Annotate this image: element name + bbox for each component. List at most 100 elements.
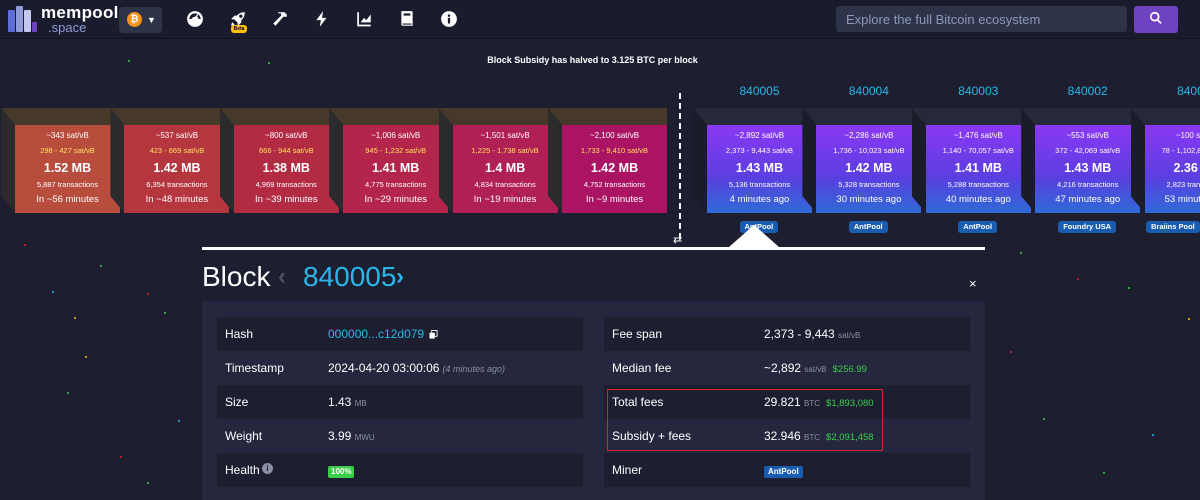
block-fee-range: 1,225 - 1,738 sat/vB xyxy=(471,146,539,155)
block-height-link[interactable]: 840004 xyxy=(816,84,921,98)
block-size: 1.43 MB xyxy=(735,161,784,175)
block-median-fee: ~343 sat/vB xyxy=(46,131,89,140)
block-time: In ~56 minutes xyxy=(36,194,99,205)
dashboard-icon[interactable] xyxy=(184,8,206,30)
block-time: 40 minutes ago xyxy=(945,194,1011,205)
hash-row: Hash 000000...c12d079 xyxy=(217,317,583,351)
network-selector-button[interactable]: ₿ ▼ xyxy=(119,7,162,33)
block-median-fee: ~800 sat/vB xyxy=(265,131,308,140)
size-value: 1.43 MB xyxy=(328,395,367,409)
block-height-link[interactable]: 840002 xyxy=(1035,84,1140,98)
copy-icon[interactable] xyxy=(429,330,438,339)
block-tx-count: 2,823 transactions xyxy=(1166,180,1200,189)
miner-label: Miner xyxy=(612,463,643,477)
confirmed-block[interactable]: ~2,892 sat/vB 2,373 - 9,443 sat/vB 1.43 MB… xyxy=(693,108,812,213)
block-height-link[interactable]: 840005 xyxy=(707,84,812,98)
mempool-logo[interactable]: mempool .space xyxy=(8,3,118,35)
hash-link[interactable]: 000000...c12d079 xyxy=(328,327,424,341)
weight-label: Weight xyxy=(225,429,263,443)
weight-value: 3.99 MWU xyxy=(328,429,375,443)
confirmed-block[interactable]: ~100 sat/vB 78 - 1,102,887 sat/vB 2.36 MB 2… xyxy=(1130,108,1200,213)
timestamp-ago: (4 minutes ago) xyxy=(442,364,505,374)
block-size: 1.41 MB xyxy=(372,161,420,175)
mempool-block[interactable]: ~1,501 sat/vB 1,225 - 1,738 sat/vB 1.4 MB 4… xyxy=(438,108,558,213)
block-tx-count: 5,328 transactions xyxy=(838,180,900,189)
timestamp-label: Timestamp xyxy=(225,361,284,375)
block-fee-range: 372 - 42,069 sat/vB xyxy=(1055,146,1121,155)
health-info-icon[interactable]: i xyxy=(262,463,273,474)
page-title: Block xyxy=(202,261,271,292)
block-fee-range: 298 - 427 sat/vB xyxy=(40,146,95,155)
median-fee-value: ~2,892 sat/vB $256.99 xyxy=(764,361,867,375)
block-tx-count: 4,216 transactions xyxy=(1057,180,1119,189)
median-fee-fiat: $256.99 xyxy=(832,364,867,375)
fees-highlight-box xyxy=(607,389,883,451)
caret-down-icon: ▼ xyxy=(147,15,156,25)
size-unit: MB xyxy=(354,399,367,408)
block-height-link[interactable]: 840001 xyxy=(1145,84,1200,98)
lightning-icon[interactable] xyxy=(311,8,333,30)
mempool-divider xyxy=(679,93,681,239)
pool-badge[interactable]: Braiins Pool xyxy=(1146,221,1200,233)
hammer-icon[interactable] xyxy=(269,8,291,30)
health-label: Health xyxy=(225,463,260,477)
next-block-button[interactable]: › xyxy=(396,263,404,291)
timestamp-row: Timestamp 2024-04-20 03:00:06 (4 minutes … xyxy=(217,351,583,385)
chart-icon[interactable] xyxy=(353,8,375,30)
swap-arrows-icon[interactable]: ⇄ xyxy=(673,233,682,246)
book-icon[interactable] xyxy=(396,8,418,30)
block-tx-count: 5,887 transactions xyxy=(36,180,99,189)
pool-badge[interactable]: Foundry USA xyxy=(1058,221,1117,233)
confirmed-block[interactable]: ~1,476 sat/vB 1,140 - 70,057 sat/vB 1.41 M… xyxy=(911,108,1031,213)
fee-span-value: 2,373 - 9,443 sat/vB xyxy=(764,327,861,341)
mempool-block[interactable]: ~537 sat/vB 423 - 669 sat/vB 1.42 MB 6,354 … xyxy=(110,108,230,213)
pool-badge[interactable]: AntPool xyxy=(848,221,888,233)
block-time: In ~29 minutes xyxy=(364,194,427,205)
confirmed-block[interactable]: ~2,286 sat/vB 1,736 - 10,023 sat/vB 1.42 M… xyxy=(802,108,922,213)
hash-label: Hash xyxy=(225,327,254,341)
block-time: In ~19 minutes xyxy=(473,194,537,205)
halving-banner: Block Subsidy has halved to 3.125 BTC pe… xyxy=(487,55,698,65)
logo-subtext: .space xyxy=(48,20,87,35)
mempool-block[interactable]: ~800 sat/vB 666 - 944 sat/vB 1.38 MB 4,969 … xyxy=(219,108,339,213)
block-median-fee: ~1,006 sat/vB xyxy=(371,131,421,140)
block-time: In ~9 minutes xyxy=(585,194,644,205)
fee-span-row: Fee span 2,373 - 9,443 sat/vB xyxy=(604,317,970,351)
block-height-link[interactable]: 840005 xyxy=(303,261,396,293)
block-fee-range: 666 - 944 sat/vB xyxy=(258,146,314,155)
block-tx-count: 4,834 transactions xyxy=(474,180,536,189)
close-button[interactable]: × xyxy=(969,276,977,291)
block-size: 1.42 MB xyxy=(590,161,639,175)
mempool-block[interactable]: ~2,100 sat/vB 1,733 - 9,410 sat/vB 1.42 MB… xyxy=(548,108,667,213)
mempool-block[interactable]: ~1,006 sat/vB 945 - 1,232 sat/vB 1.41 MB 4,… xyxy=(329,108,449,213)
block-tx-count: 5,136 transactions xyxy=(728,180,791,189)
search-input[interactable] xyxy=(836,6,1127,32)
bitcoin-icon: ₿ xyxy=(127,12,142,27)
miner-badge[interactable]: AntPool xyxy=(764,466,803,478)
block-median-fee: ~2,286 sat/vB xyxy=(844,131,894,140)
block-time: 47 minutes ago xyxy=(1055,194,1121,205)
navbar: mempool .space ₿ ▼ Beta xyxy=(0,0,1200,39)
block-fee-range: 1,736 - 10,023 sat/vB xyxy=(833,146,905,155)
search-button[interactable] xyxy=(1134,6,1178,33)
confirmed-block[interactable]: ~553 sat/vB 372 - 42,069 sat/vB 1.43 MB 4,2… xyxy=(1021,108,1141,213)
block-fee-range: 1,140 - 70,057 sat/vB xyxy=(942,146,1014,155)
info-circle-icon[interactable] xyxy=(438,8,460,30)
median-fee-row: Median fee ~2,892 sat/vB $256.99 xyxy=(604,351,970,385)
block-median-fee: ~1,476 sat/vB xyxy=(953,131,1003,140)
block-median-fee: ~2,892 sat/vB xyxy=(734,131,785,140)
median-fee-label: Median fee xyxy=(612,361,672,375)
mempool-block[interactable]: ~343 sat/vB 298 - 427 sat/vB 1.52 MB 5,887 … xyxy=(1,108,120,213)
miner-row: Miner AntPool xyxy=(604,453,970,487)
miner-value: AntPool xyxy=(764,463,803,478)
block-height-link[interactable]: 840003 xyxy=(926,84,1031,98)
block-size: 1.52 MB xyxy=(43,161,92,175)
block-time: 30 minutes ago xyxy=(836,194,902,205)
block-fee-range: 945 - 1,232 sat/vB xyxy=(365,146,427,155)
block-tx-count: 5,288 transactions xyxy=(947,180,1009,189)
pool-badge[interactable]: AntPool xyxy=(958,221,998,233)
weight-row: Weight 3.99 MWU xyxy=(217,419,583,453)
previous-block-button[interactable]: ‹ xyxy=(278,263,286,291)
block-tx-count: 4,775 transactions xyxy=(365,180,427,189)
selected-block-arrow xyxy=(729,225,779,247)
